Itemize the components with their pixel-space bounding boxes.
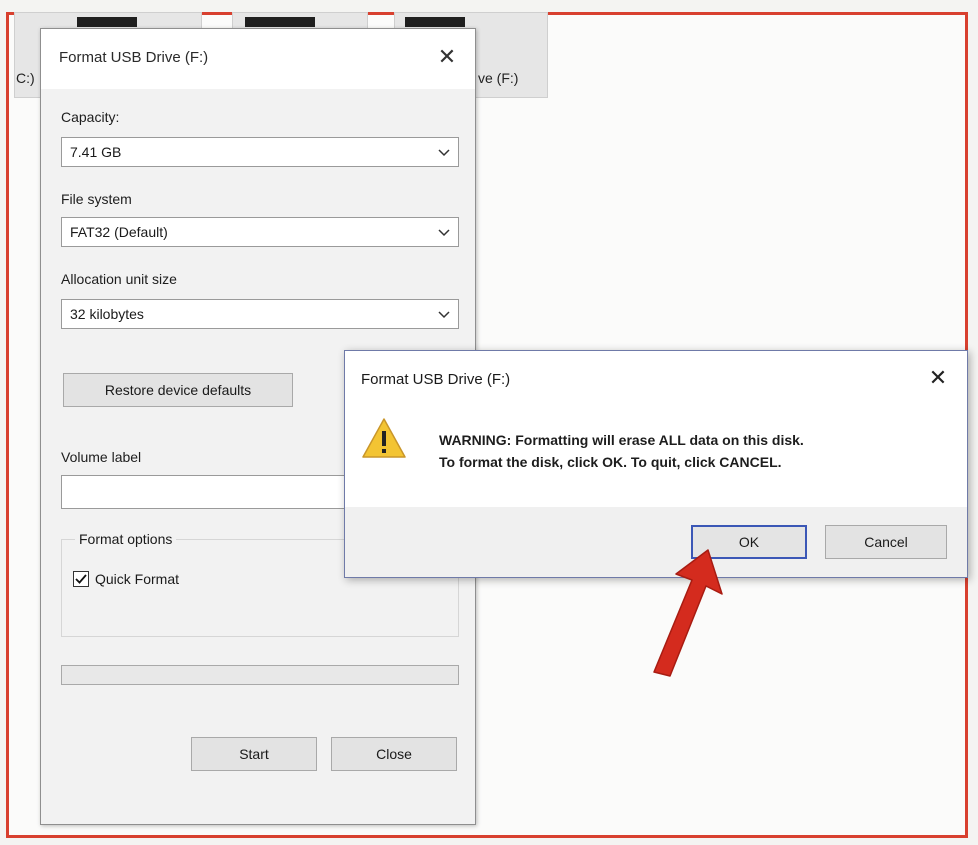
format-options-label: Format options (75, 531, 177, 547)
chevron-down-icon (438, 229, 450, 237)
file-system-label: File system (61, 191, 132, 207)
close-icon[interactable]: ✕ (433, 43, 461, 71)
cancel-button[interactable]: Cancel (825, 525, 947, 559)
file-system-value: FAT32 (Default) (70, 224, 168, 240)
quick-format-checkbox[interactable] (73, 571, 89, 587)
warning-message-line1: WARNING: Formatting will erase ALL data … (439, 432, 804, 448)
drive-f-label: ve (F:) (478, 70, 519, 86)
close-icon[interactable]: ✕ (925, 365, 951, 391)
volume-label-label: Volume label (61, 449, 142, 465)
checkmark-icon (75, 574, 87, 584)
start-button[interactable]: Start (191, 737, 317, 771)
chevron-down-icon (438, 311, 450, 319)
allocation-unit-value: 32 kilobytes (70, 306, 144, 322)
close-button[interactable]: Close (331, 737, 457, 771)
allocation-unit-select[interactable]: 32 kilobytes (61, 299, 459, 329)
capacity-value: 7.41 GB (70, 144, 122, 160)
warning-message-line2: To format the disk, click OK. To quit, c… (439, 454, 782, 470)
warning-message: WARNING: Formatting will erase ALL data … (439, 429, 804, 473)
format-dialog-titlebar: Format USB Drive (F:) ✕ (41, 29, 475, 89)
restore-defaults-button[interactable]: Restore device defaults (63, 373, 293, 407)
volume-label-input[interactable] (61, 475, 361, 509)
warning-icon (362, 418, 406, 458)
quick-format-label: Quick Format (95, 571, 180, 587)
file-system-select[interactable]: FAT32 (Default) (61, 217, 459, 247)
allocation-unit-label: Allocation unit size (61, 271, 177, 287)
annotation-arrow-icon (653, 549, 723, 677)
format-dialog-title: Format USB Drive (F:) (59, 49, 209, 66)
format-progress-bar (61, 665, 459, 685)
warning-dialog-content: Format USB Drive (F:) ✕ WARNING: Formatt… (345, 351, 967, 507)
capacity-label: Capacity: (61, 109, 120, 125)
chevron-down-icon (438, 149, 450, 157)
warning-dialog-title: Format USB Drive (F:) (361, 371, 511, 388)
capacity-select[interactable]: 7.41 GB (61, 137, 459, 167)
drive-c-label: C:) (16, 70, 35, 86)
